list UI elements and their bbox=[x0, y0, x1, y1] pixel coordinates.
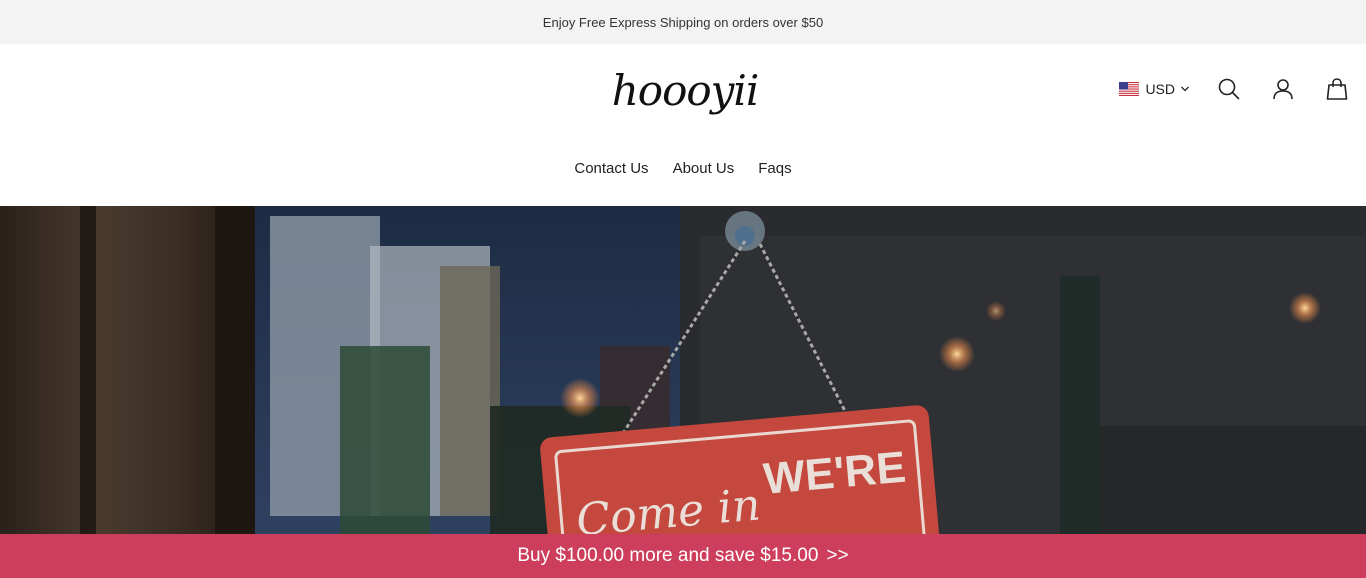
logo-text: hoooyii bbox=[611, 65, 760, 115]
currency-selector[interactable]: USD bbox=[1119, 81, 1190, 97]
nav-item-contact-us[interactable]: Contact Us bbox=[574, 160, 648, 177]
account-button[interactable] bbox=[1270, 76, 1296, 102]
announcement-text: Enjoy Free Express Shipping on orders ov… bbox=[542, 14, 824, 30]
promo-text: Buy $100.00 more and save $15.00 bbox=[517, 545, 819, 566]
cart-button[interactable] bbox=[1324, 76, 1350, 102]
chevron-down-icon bbox=[1181, 86, 1189, 92]
hero-image: Come in WE'RE bbox=[0, 206, 1366, 534]
search-icon bbox=[1218, 78, 1240, 100]
store-logo[interactable]: hoooyii bbox=[612, 54, 760, 126]
main-nav: Contact Us About Us Faqs bbox=[0, 160, 1366, 177]
announcement-bar: Enjoy Free Express Shipping on orders ov… bbox=[0, 0, 1366, 44]
search-button[interactable] bbox=[1216, 76, 1242, 102]
currency-code: USD bbox=[1145, 81, 1175, 97]
nav-item-about-us[interactable]: About Us bbox=[673, 160, 735, 177]
us-flag-icon bbox=[1119, 82, 1140, 96]
promo-arrow: >> bbox=[826, 545, 849, 566]
site-header: hoooyii USD Contact Us About Us Faqs bbox=[0, 44, 1366, 206]
hero-banner: Come in WE'RE bbox=[0, 206, 1366, 534]
header-tools: USD bbox=[1119, 74, 1350, 104]
nav-item-faqs[interactable]: Faqs bbox=[758, 160, 791, 177]
account-icon bbox=[1273, 79, 1293, 100]
promo-bar[interactable]: Buy $100.00 more and save $15.00 >> bbox=[0, 534, 1366, 578]
cart-icon bbox=[1326, 78, 1348, 100]
